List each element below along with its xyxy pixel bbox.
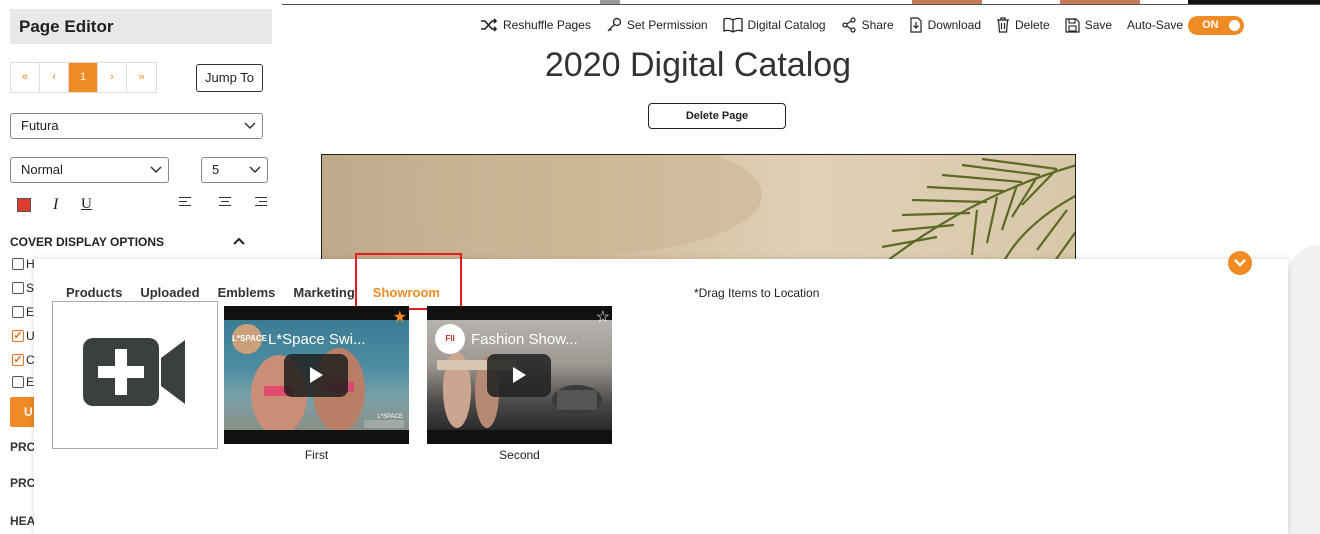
toggle-knob bbox=[1229, 19, 1241, 31]
size-select-value: 5 bbox=[212, 162, 220, 177]
share-label: Share bbox=[861, 18, 894, 32]
video-label: First bbox=[304, 448, 329, 462]
delete-label: Delete bbox=[1015, 18, 1050, 32]
save-icon bbox=[1065, 17, 1080, 33]
sidebar-section-heading[interactable]: PRC bbox=[10, 476, 35, 490]
auto-save-toggle[interactable]: ON bbox=[1188, 15, 1245, 35]
cover-option-checkbox[interactable]: ✓ bbox=[12, 354, 24, 366]
drag-hint: *Drag Items to Location bbox=[694, 286, 820, 300]
cover-option-checkbox[interactable] bbox=[12, 376, 24, 388]
reshuffle-pages-label: Reshuffle Pages bbox=[503, 18, 591, 32]
jump-to-button[interactable]: Jump To bbox=[196, 64, 263, 92]
channel-logo: L*SPACE bbox=[232, 324, 267, 354]
font-select[interactable]: Futura bbox=[10, 113, 263, 139]
save-label: Save bbox=[1084, 18, 1113, 32]
last-page-button[interactable]: » bbox=[127, 63, 156, 92]
download-button[interactable]: Download bbox=[909, 17, 981, 33]
video-title-row: FII Fashion Show... bbox=[435, 324, 578, 354]
delete-button[interactable]: Delete bbox=[996, 17, 1050, 33]
sidebar-section-heading[interactable]: PRC bbox=[10, 440, 35, 454]
video-title: Fashion Show... bbox=[471, 330, 578, 348]
catalog-toolbar: Reshuffle Pages Set Permission Digital C… bbox=[480, 14, 1245, 36]
reshuffle-pages-button[interactable]: Reshuffle Pages bbox=[480, 18, 591, 32]
pagination: « ‹ 1 › » bbox=[10, 62, 157, 93]
share-button[interactable]: Share bbox=[841, 17, 894, 33]
digital-catalog-button[interactable]: Digital Catalog bbox=[722, 17, 826, 33]
channel-logo: FII bbox=[435, 324, 465, 354]
auto-save-control: Auto-Save ON bbox=[1127, 15, 1245, 35]
showroom-tab-highlight bbox=[355, 253, 462, 310]
page-1-button[interactable]: 1 bbox=[69, 63, 98, 92]
tab-products[interactable]: Products bbox=[66, 285, 122, 300]
underline-button[interactable]: U bbox=[81, 196, 92, 213]
style-select-value: Normal bbox=[21, 162, 63, 177]
open-book-icon bbox=[722, 17, 743, 33]
tab-emblems[interactable]: Emblems bbox=[218, 285, 276, 300]
chevron-down-icon bbox=[244, 114, 256, 147]
font-select-value: Futura bbox=[21, 118, 59, 133]
align-center-icon[interactable] bbox=[219, 197, 231, 209]
cover-option-checkbox[interactable] bbox=[12, 306, 24, 318]
format-toolbar: I U bbox=[10, 195, 272, 217]
video-watermark: L*SPACE bbox=[377, 414, 403, 420]
panel-backdrop bbox=[1288, 245, 1320, 534]
chevron-down-icon bbox=[249, 158, 261, 191]
play-icon[interactable] bbox=[284, 354, 348, 397]
cover-option-label: E bbox=[26, 375, 35, 389]
cover-display-options-heading: COVER DISPLAY OPTIONS bbox=[10, 235, 165, 249]
set-permission-button[interactable]: Set Permission bbox=[606, 17, 708, 33]
cover-option-label: E bbox=[26, 305, 35, 319]
size-select[interactable]: 5 bbox=[201, 157, 268, 183]
trash-icon bbox=[997, 17, 1009, 33]
assets-panel: Products Uploaded Emblems Marketing Show… bbox=[34, 251, 1288, 534]
auto-save-label: Auto-Save bbox=[1127, 18, 1184, 32]
play-icon[interactable] bbox=[487, 354, 551, 397]
chevron-down-icon bbox=[150, 158, 162, 191]
cover-option-checkbox[interactable] bbox=[12, 258, 24, 270]
cover-image[interactable] bbox=[321, 154, 1076, 264]
caret-up-icon[interactable] bbox=[233, 234, 245, 249]
key-icon bbox=[607, 17, 621, 32]
digital-catalog-label: Digital Catalog bbox=[747, 18, 826, 32]
chevron-down-icon bbox=[1234, 259, 1246, 267]
first-page-button[interactable]: « bbox=[11, 63, 40, 92]
tab-marketing[interactable]: Marketing bbox=[293, 285, 354, 300]
text-color-swatch[interactable] bbox=[17, 198, 31, 212]
set-permission-label: Set Permission bbox=[626, 18, 708, 32]
prev-page-button[interactable]: ‹ bbox=[40, 63, 69, 92]
collapse-panel-button[interactable] bbox=[1228, 251, 1252, 275]
cover-option-checkbox[interactable]: ✓ bbox=[12, 330, 24, 342]
shuffle-icon bbox=[481, 18, 498, 32]
cover-update-button[interactable]: U bbox=[10, 397, 36, 427]
cover-option-label: S bbox=[26, 281, 35, 295]
download-label: Download bbox=[927, 18, 981, 32]
cover-option-checkbox[interactable] bbox=[12, 282, 24, 294]
sidebar-title: Page Editor bbox=[10, 9, 272, 44]
video-thumbnail-first[interactable]: L*SPACE L*SPACE L*Space Swi... ★ bbox=[224, 306, 409, 444]
delete-page-button[interactable]: Delete Page bbox=[648, 103, 786, 129]
sidebar-section-heading[interactable]: HEA bbox=[10, 514, 35, 528]
video-thumbnail-second[interactable]: FII Fashion Show... ☆ bbox=[427, 306, 612, 444]
add-video-button[interactable] bbox=[52, 301, 218, 449]
catalog-title: 2020 Digital Catalog bbox=[544, 46, 852, 84]
auto-save-state: ON bbox=[1202, 18, 1219, 31]
style-select[interactable]: Normal bbox=[10, 157, 169, 183]
video-title-row: L*SPACE L*Space Swi... bbox=[232, 324, 366, 354]
align-left-icon[interactable] bbox=[179, 197, 191, 209]
add-video-icon bbox=[83, 338, 185, 406]
download-icon bbox=[910, 17, 922, 33]
star-filled-icon[interactable]: ★ bbox=[393, 307, 407, 327]
save-button[interactable]: Save bbox=[1065, 17, 1113, 33]
star-outline-icon[interactable]: ☆ bbox=[596, 307, 610, 327]
video-title: L*Space Swi... bbox=[268, 330, 366, 348]
next-page-button[interactable]: › bbox=[98, 63, 127, 92]
align-right-icon[interactable] bbox=[255, 197, 267, 209]
italic-button[interactable]: I bbox=[53, 196, 58, 214]
share-icon bbox=[841, 17, 856, 33]
tab-uploaded[interactable]: Uploaded bbox=[140, 285, 199, 300]
video-label: Second bbox=[499, 448, 540, 462]
